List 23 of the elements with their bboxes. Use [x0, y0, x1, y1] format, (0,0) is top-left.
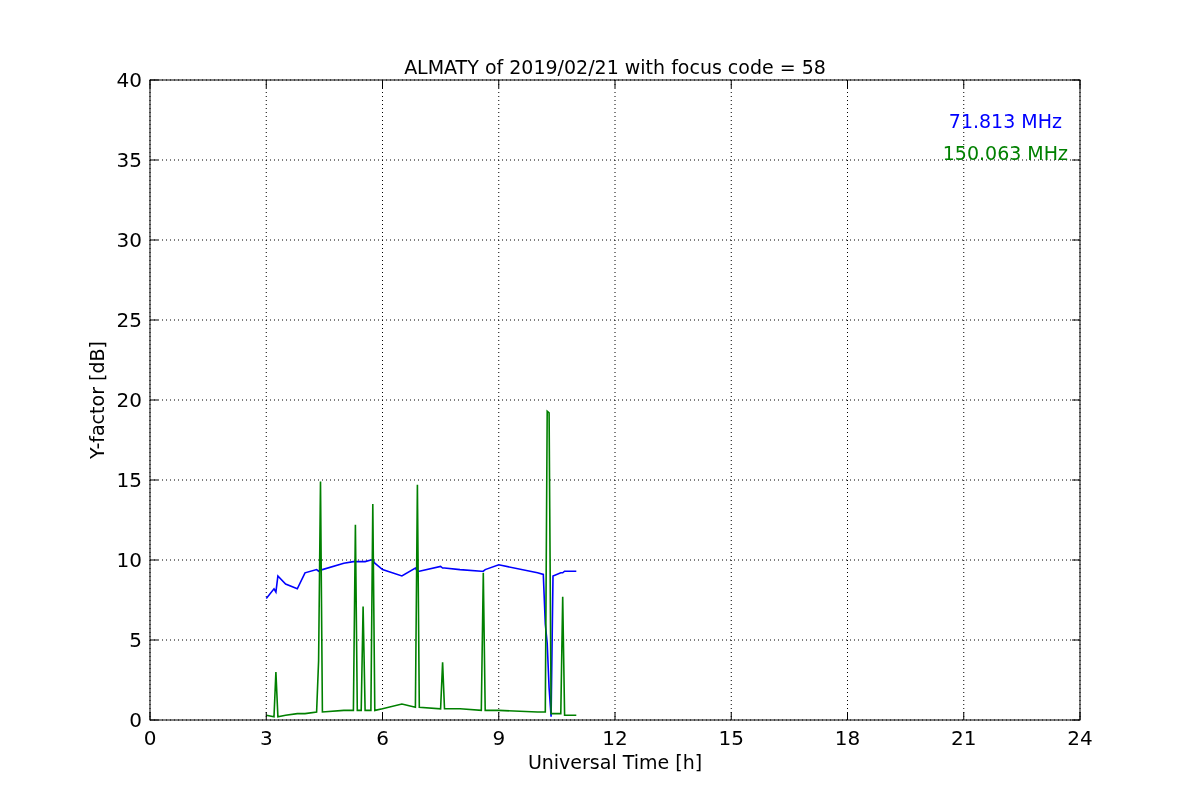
chart-title: ALMATY of 2019/02/21 with focus code = 58: [404, 56, 826, 78]
tick-label: 21: [951, 726, 977, 750]
x-axis-label: Universal Time [h]: [527, 751, 703, 773]
tick-label: 30: [116, 228, 142, 252]
tick-label: 20: [116, 388, 142, 412]
tick-label: 24: [1067, 726, 1093, 750]
tick-label: 3: [259, 726, 273, 750]
tick-label: 15: [116, 468, 142, 492]
legend-label: 150.063 MHz: [942, 142, 1068, 164]
tick-label: 18: [834, 726, 861, 750]
tick-label: 40: [116, 68, 142, 92]
legend-label: 71.813 MHz: [948, 110, 1062, 132]
tick-label: 9: [492, 726, 506, 750]
tick-label: 35: [116, 148, 142, 172]
tick-label: 5: [129, 628, 142, 652]
tick-label: 0: [129, 708, 142, 732]
tick-label: 12: [602, 726, 628, 750]
tick-label: 0: [143, 726, 157, 750]
tick-label: 6: [376, 726, 389, 750]
tick-label: 10: [116, 548, 142, 572]
y-axis-label: Y-factor [dB]: [86, 341, 108, 459]
tick-label: 15: [718, 726, 744, 750]
tick-label: 25: [116, 308, 142, 332]
